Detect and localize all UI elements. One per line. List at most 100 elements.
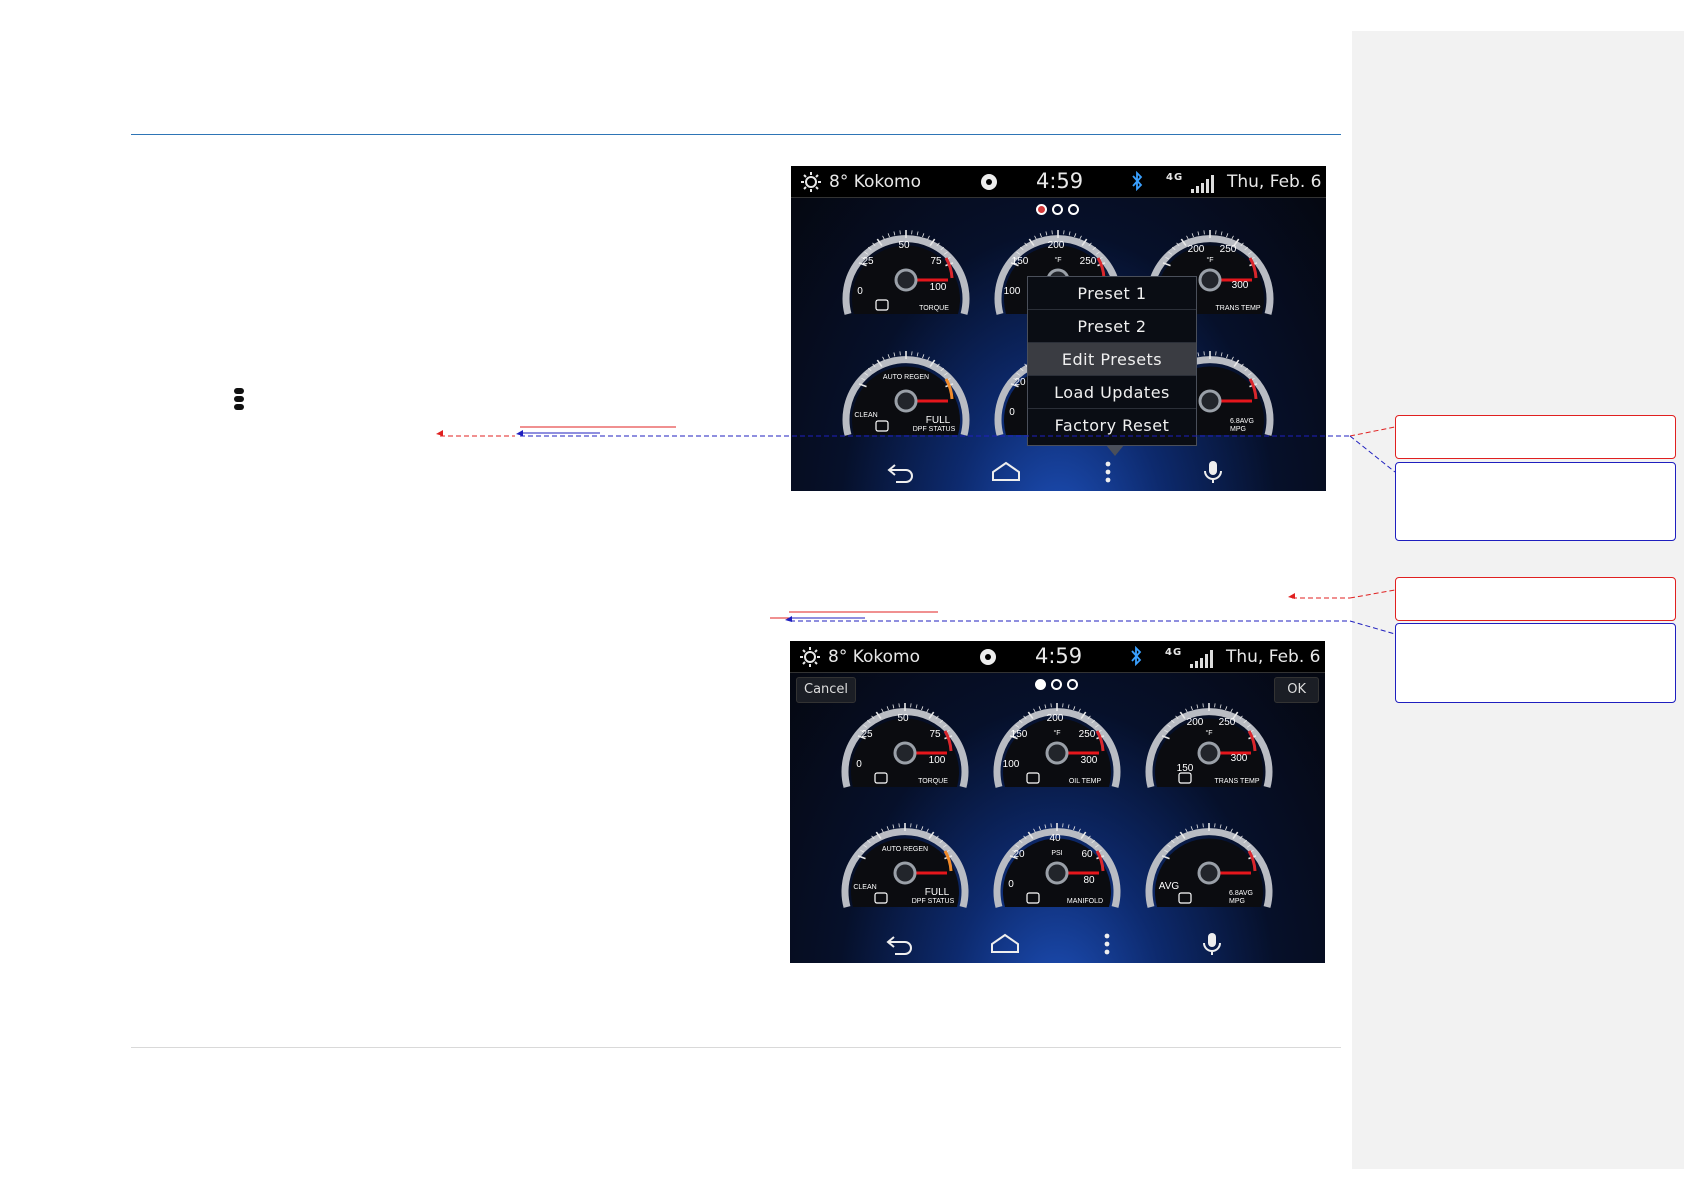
gauge-tick-label: FULL [926, 415, 951, 426]
gauge-tick [892, 824, 895, 829]
eye-icon [981, 174, 997, 190]
gauge-tick [1226, 233, 1229, 238]
gauge-tick-label: 50 [898, 240, 910, 251]
bluetooth-icon [1131, 646, 1142, 666]
back-arrow-icon[interactable] [885, 932, 915, 956]
gauge-tick [1231, 235, 1234, 240]
gauge-tick [1079, 235, 1082, 240]
gauge-unit: °F [1054, 256, 1061, 264]
gauge-dpf-status[interactable]: CLEAN FULL AUTO REGEN DPF STATUS [842, 339, 970, 437]
gauge-label: TRANS TEMP [1215, 778, 1260, 785]
gauge-tick [916, 231, 919, 236]
gauge-label: MPG [1230, 426, 1246, 433]
gauge-manifold[interactable]: 0 20 40 60 80 PSI MANIFOLD [993, 811, 1121, 909]
comment-anchor-marker [436, 430, 443, 436]
gauge-tick-label: 0 [857, 286, 863, 297]
page-dot-3[interactable] [1067, 679, 1078, 690]
gauge-tick [1230, 708, 1233, 713]
gauge-tick [882, 356, 885, 361]
device-screenshot-menu: 8° Kokomo 4:59 4G Thu, Feb. 6 0 25 50 75 100… [791, 166, 1326, 491]
menu-item-preset-2[interactable]: Preset 2 [1028, 310, 1196, 343]
clock-time: 4:59 [1035, 644, 1083, 668]
gauge-dpf-status[interactable]: CLEAN FULL AUTO REGEN DPF STATUS [841, 811, 969, 909]
comment-balloon-3[interactable] [1395, 577, 1676, 621]
gauge-torque[interactable]: 0 25 50 75 100 TORQUE [841, 691, 969, 789]
gauge-tick-label: 6.8AVG [1230, 418, 1254, 425]
microphone-icon[interactable] [1197, 932, 1227, 956]
navigation-bar [790, 925, 1325, 963]
menu-item-edit-presets[interactable]: Edit Presets [1028, 343, 1196, 376]
gauge-tick-label: 100 [929, 755, 946, 766]
gauge-trans-temp[interactable]: 150 200 250 300 °F TRANS TEMP [1145, 691, 1273, 789]
gauge-tick [926, 708, 929, 713]
menu-item-factory-reset[interactable]: Factory Reset [1028, 409, 1196, 442]
gauge-tick-label: 0 [1008, 879, 1014, 890]
network-type: 4G [1166, 172, 1184, 183]
page-dot-1[interactable] [1035, 679, 1046, 690]
gauge-tick [1033, 708, 1036, 713]
gauge-tick-label: 300 [1231, 753, 1248, 764]
gauge-tick [1074, 233, 1077, 238]
status-bar: 8° Kokomo 4:59 4G Thu, Feb. 6 [790, 641, 1325, 673]
gauge-unit: °F [1205, 729, 1212, 737]
comment-balloon-2[interactable] [1395, 462, 1676, 541]
gauge-hub [1045, 741, 1069, 765]
gauge-tick-label: 250 [1080, 256, 1097, 267]
ok-button[interactable]: OK [1274, 677, 1319, 703]
gauge-hub [1045, 861, 1069, 885]
gauge-tick [1197, 231, 1200, 236]
gauge-tick [1219, 704, 1222, 709]
menu-dots-icon[interactable] [1092, 932, 1122, 956]
gauge-tick [1196, 704, 1199, 709]
gauge-tick-label: 75 [929, 729, 941, 740]
device-screenshot-edit: 8° Kokomo 4:59 4G Thu, Feb. 6 Cancel OK … [790, 641, 1325, 963]
gauge-tick [1039, 233, 1042, 238]
gauge-tick-label: 80 [1083, 875, 1095, 886]
gauge-label: TORQUE [918, 778, 948, 785]
home-icon[interactable] [991, 460, 1021, 484]
gauge-tick [1185, 828, 1188, 833]
gauge-tick [1073, 706, 1076, 711]
gauge-tick-label: 20 [1014, 377, 1026, 388]
comment-balloon-4[interactable] [1395, 623, 1676, 703]
network-type: 4G [1165, 647, 1183, 658]
comment-balloon-1[interactable] [1395, 415, 1676, 459]
gauge-tick-label: 200 [1188, 244, 1205, 255]
gauge-hub [893, 741, 917, 765]
gauge-tick [1196, 824, 1199, 829]
page-dot-3[interactable] [1068, 204, 1079, 215]
home-icon[interactable] [990, 932, 1020, 956]
gauge-tick [892, 704, 895, 709]
menu-dots-icon[interactable] [1093, 460, 1123, 484]
gauge-hub [894, 268, 918, 292]
gauge-tick [1191, 233, 1194, 238]
gauge-tick [926, 828, 929, 833]
gauge-tick [881, 708, 884, 713]
back-arrow-icon[interactable] [886, 460, 916, 484]
menu-item-preset-1[interactable]: Preset 1 [1028, 277, 1196, 310]
weather-location: 8° Kokomo [829, 172, 922, 192]
gauge-tick [922, 354, 925, 359]
page-dot-1[interactable] [1036, 204, 1047, 215]
gauge-tick [1190, 826, 1193, 831]
gauge-tick [1067, 824, 1070, 829]
gauge-torque[interactable]: 0 25 50 75 100 TORQUE [842, 218, 970, 316]
gauge-tick [916, 352, 919, 357]
gauge-tick [1045, 231, 1048, 236]
gauge-label: DPF STATUS [912, 898, 955, 905]
gauge-oil-temp[interactable]: 100 150 200 250 300 °F OIL TEMP [993, 691, 1121, 789]
gauge-tick [921, 706, 924, 711]
menu-item-load-updates[interactable]: Load Updates [1028, 376, 1196, 409]
gauge-tick-label: 25 [862, 256, 874, 267]
footer-rule [131, 1047, 1341, 1048]
gauge-tick-label: 100 [930, 282, 947, 293]
gauge-mpg[interactable]: AVG 6.8AVGMPG [1145, 811, 1273, 909]
page-dot-2[interactable] [1052, 204, 1063, 215]
gauge-tick [915, 824, 918, 829]
microphone-icon[interactable] [1198, 460, 1228, 484]
gauge-tick [1044, 704, 1047, 709]
page-dot-2[interactable] [1051, 679, 1062, 690]
gauge-tick [886, 706, 889, 711]
gauge-tick [1186, 235, 1189, 240]
presets-popup-menu: Preset 1 Preset 2 Edit Presets Load Upda… [1027, 276, 1197, 456]
